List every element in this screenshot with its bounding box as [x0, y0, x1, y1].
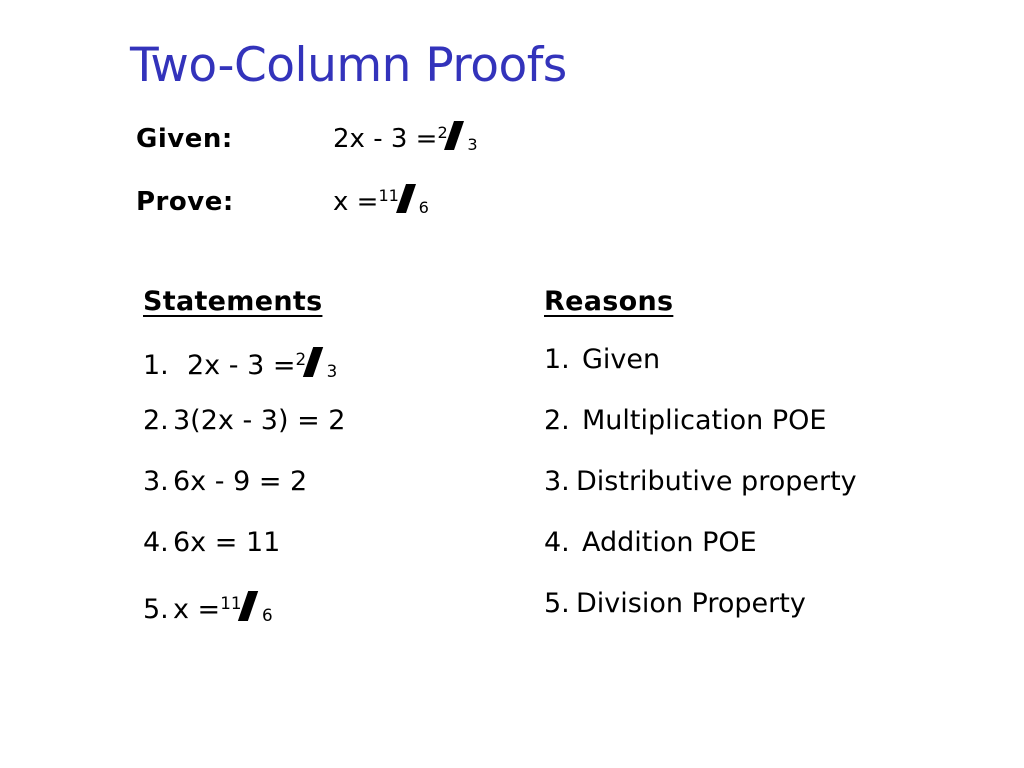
statement-fraction-denominator: 6 — [261, 605, 273, 626]
statement-number: 1. — [143, 350, 169, 382]
given-label: Given: — [136, 124, 233, 155]
statement-expression-prefix: 6x - 9 = 2 — [173, 466, 308, 497]
reason-number: 5. — [544, 588, 570, 619]
reason-number: 4. — [544, 527, 570, 558]
reasons-column-header: Reasons — [544, 286, 674, 317]
prove-fraction: 11 6 — [378, 181, 429, 217]
statement-text: 2x - 3 = 2 3 — [187, 344, 337, 381]
reason-number: 1. — [544, 344, 570, 375]
statements-column: Statements 1. 2x - 3 = 2 3 2. 3(2x - 3) … — [143, 286, 533, 649]
table-row: 5. Division Property — [544, 588, 984, 649]
fraction-slash-icon — [448, 121, 466, 150]
prove-row: Prove: x = 11 6 — [136, 181, 656, 221]
page-title: Two-Column Proofs — [130, 38, 567, 93]
fraction-slash-icon — [242, 591, 261, 621]
table-row: 2. 3(2x - 3) = 2 — [143, 405, 533, 466]
reason-text: Given — [582, 344, 661, 375]
table-row: 3. 6x - 9 = 2 — [143, 466, 533, 527]
reasons-column: Reasons 1. Given 2. Multiplication POE 3… — [544, 286, 984, 649]
prove-label: Prove: — [136, 187, 234, 218]
prove-fraction-numerator: 11 — [378, 186, 399, 206]
reason-number: 2. — [544, 405, 570, 436]
given-expression: 2x - 3 = 2 3 — [333, 118, 478, 154]
reason-number: 3. — [544, 466, 570, 497]
slide-canvas: Two-Column Proofs Given: 2x - 3 = 2 3 Pr… — [0, 0, 1024, 768]
fraction-slash-icon — [307, 347, 326, 377]
reasons-list: 1. Given 2. Multiplication POE 3. Distri… — [544, 344, 984, 649]
given-row: Given: 2x - 3 = 2 3 — [136, 118, 656, 158]
premise-block: Given: 2x - 3 = 2 3 Prove: x = 11 6 — [136, 118, 656, 244]
reason-text: Distributive property — [576, 466, 857, 497]
table-row: 1. Given — [544, 344, 984, 405]
statement-number: 3. — [143, 466, 169, 497]
statement-number: 5. — [143, 594, 169, 626]
statement-number: 2. — [143, 405, 169, 436]
statement-text: 6x - 9 = 2 — [173, 466, 307, 497]
table-row: 4. Addition POE — [544, 527, 984, 588]
statement-text: x = 11 6 — [173, 588, 273, 625]
statement-expression-prefix: 6x = 11 — [173, 527, 281, 558]
fraction-slash-icon — [400, 184, 418, 213]
table-row: 3. Distributive property — [544, 466, 984, 527]
prove-expression-prefix: x = — [333, 187, 379, 218]
reason-text: Division Property — [576, 588, 806, 619]
prove-fraction-denominator: 6 — [418, 198, 429, 217]
table-row: 1. 2x - 3 = 2 3 — [143, 344, 533, 405]
given-fraction: 2 3 — [437, 118, 478, 154]
table-row: 5. x = 11 6 — [143, 588, 533, 649]
given-fraction-denominator: 3 — [467, 135, 478, 154]
statement-fraction-numerator: 2 — [295, 348, 307, 369]
reason-text: Addition POE — [582, 527, 757, 558]
statement-fraction-denominator: 3 — [326, 361, 338, 382]
statement-fraction-numerator: 11 — [220, 592, 242, 613]
statement-text: 6x = 11 — [173, 527, 280, 558]
given-fraction-numerator: 2 — [437, 123, 448, 143]
statement-fraction: 11 6 — [220, 588, 273, 626]
table-row: 2. Multiplication POE — [544, 405, 984, 466]
given-expression-prefix: 2x - 3 = — [333, 124, 438, 155]
reason-text: Multiplication POE — [582, 405, 827, 436]
statements-column-header: Statements — [143, 286, 323, 317]
prove-expression: x = 11 6 — [333, 181, 429, 217]
statement-number: 4. — [143, 527, 169, 558]
statement-expression-prefix: 2x - 3 = — [187, 350, 296, 382]
statement-expression-prefix: 3(2x - 3) = 2 — [173, 405, 346, 436]
statement-expression-prefix: x = — [173, 594, 221, 626]
statement-text: 3(2x - 3) = 2 — [173, 405, 345, 436]
statements-list: 1. 2x - 3 = 2 3 2. 3(2x - 3) = 2 3. 6x -… — [143, 344, 533, 649]
table-row: 4. 6x = 11 — [143, 527, 533, 588]
statement-fraction: 2 3 — [295, 344, 338, 382]
